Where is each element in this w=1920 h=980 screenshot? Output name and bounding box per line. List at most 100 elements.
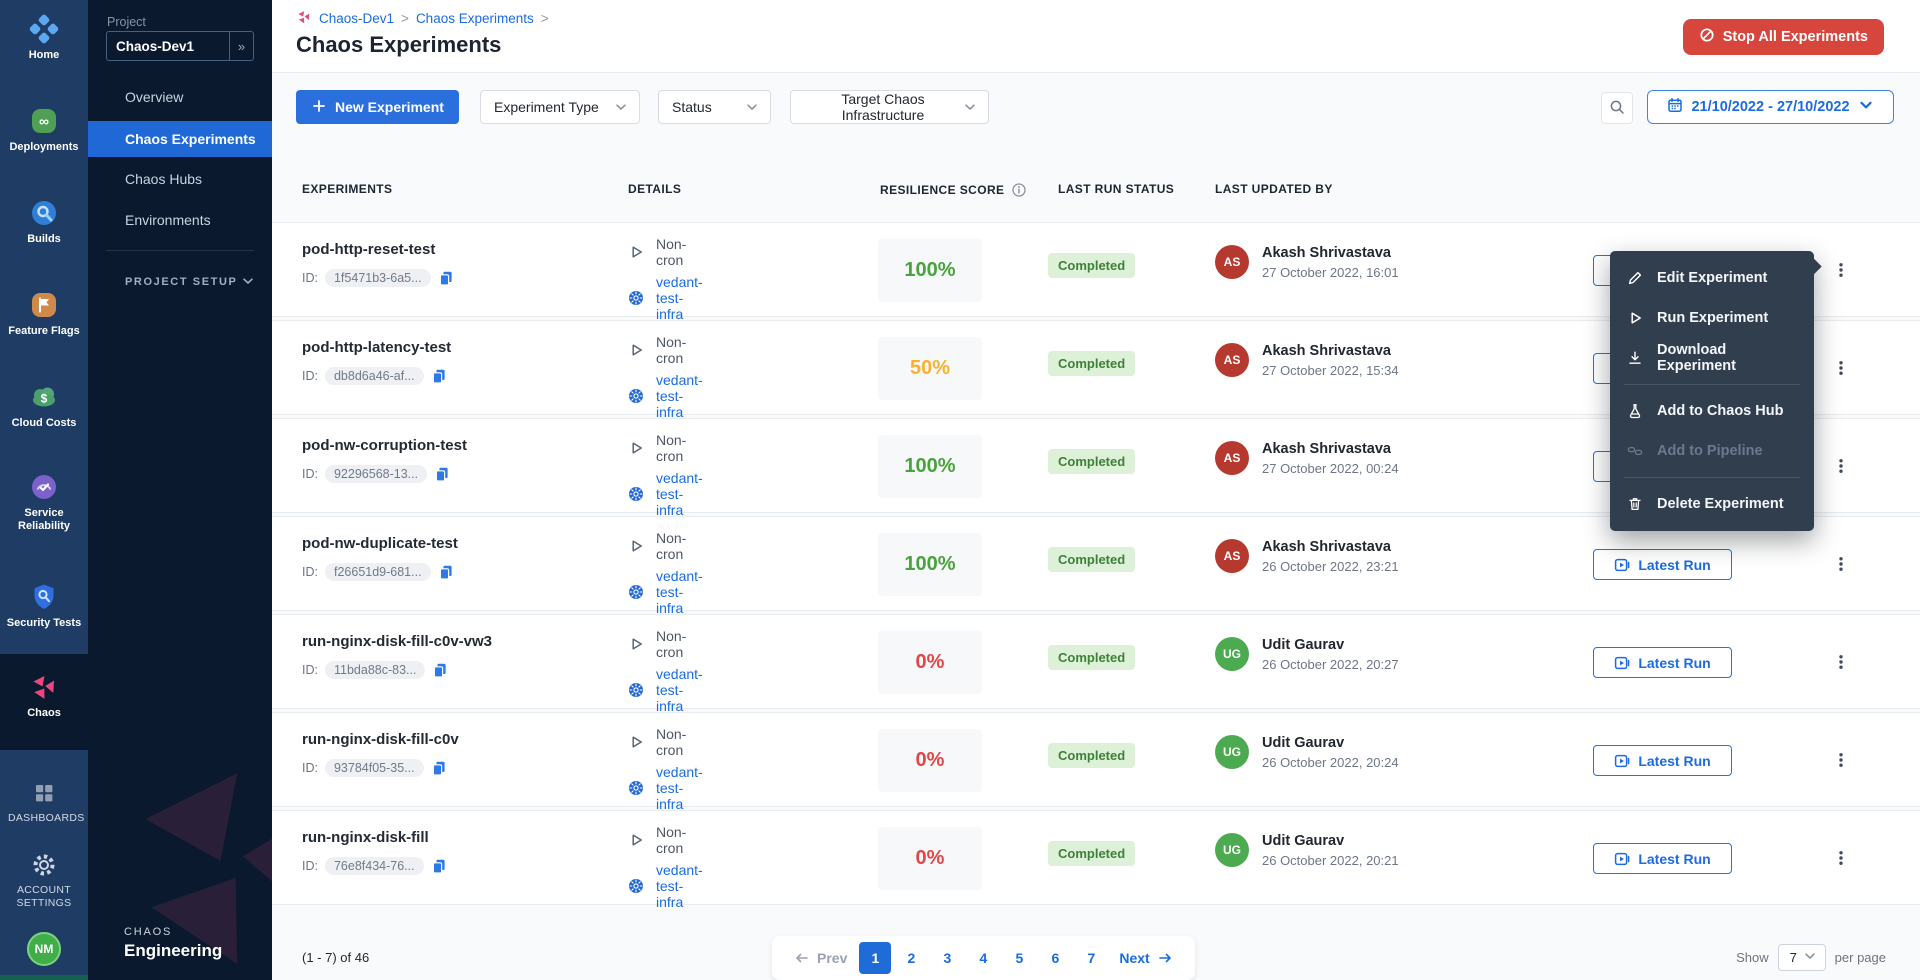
column-header-label: DETAILS [628, 182, 681, 196]
sidebar-item-chaos-hubs[interactable]: Chaos Hubs [88, 162, 272, 196]
filter-status[interactable]: Status [658, 90, 771, 124]
latest-run-button[interactable]: Latest Run [1593, 549, 1732, 580]
filter-target-chaos-infrastructure[interactable]: Target Chaos Infrastructure [790, 90, 989, 124]
sidebar-item-chaos-experiments[interactable]: Chaos Experiments [88, 121, 272, 157]
page-button-6[interactable]: 6 [1039, 942, 1071, 974]
user-avatar[interactable]: NM [27, 932, 61, 966]
row-menu-button[interactable] [1828, 451, 1854, 481]
sidebar-module-feature-flags[interactable]: Feature Flags [0, 290, 88, 338]
sidebar-module-builds[interactable]: Builds [0, 198, 88, 246]
row-menu-button[interactable] [1828, 353, 1854, 383]
table-row: run-nginx-disk-fill-c0v-vw3ID:11bda88c-8… [272, 614, 1920, 709]
page-button-2[interactable]: 2 [895, 942, 927, 974]
expand-sidebar-button[interactable]: » [229, 32, 253, 60]
breadcrumb-project-link[interactable]: Chaos-Dev1 [319, 11, 394, 26]
menu-item-run-experiment[interactable]: Run Experiment [1610, 298, 1814, 338]
row-menu-button[interactable] [1828, 647, 1854, 677]
user-avatar: UG [1215, 637, 1249, 671]
experiment-id: 93784f05-35... [325, 759, 424, 777]
experiment-name[interactable]: pod-nw-corruption-test [302, 437, 602, 454]
menu-item-label: Run Experiment [1657, 310, 1768, 326]
row-menu-button[interactable] [1828, 549, 1854, 579]
module-label: Builds [0, 233, 88, 246]
row-menu-button[interactable] [1828, 255, 1854, 285]
copy-id-icon[interactable] [438, 564, 454, 580]
sidebar-module-home[interactable]: Home [0, 14, 88, 62]
menu-item-edit-experiment[interactable]: Edit Experiment [1610, 258, 1814, 298]
breadcrumb-page-link[interactable]: Chaos Experiments [416, 11, 534, 26]
prev-page-button[interactable]: Prev [786, 942, 855, 974]
schedule-row: Non-cron [628, 432, 686, 464]
kubernetes-infrastructure-icon [628, 780, 644, 796]
user-avatar: UG [1215, 833, 1249, 867]
copy-id-icon[interactable] [432, 662, 448, 678]
page-button-4[interactable]: 4 [967, 942, 999, 974]
menu-item-download-experiment[interactable]: Download Experiment [1610, 338, 1814, 378]
copy-id-icon[interactable] [438, 270, 454, 286]
row-menu-button[interactable] [1828, 843, 1854, 873]
page-button-1[interactable]: 1 [859, 942, 891, 974]
page-size-select[interactable]: 7 [1778, 944, 1826, 971]
project-setup-toggle[interactable]: PROJECT SETUP [125, 268, 256, 296]
sidebar-item-label: Chaos Hubs [125, 171, 202, 187]
experiment-name[interactable]: run-nginx-disk-fill [302, 829, 602, 846]
page-button-7[interactable]: 7 [1075, 942, 1107, 974]
latest-run-button[interactable]: Latest Run [1593, 647, 1732, 678]
resilience-score: 100% [878, 435, 982, 498]
stop-icon [1699, 27, 1715, 47]
page-button-5[interactable]: 5 [1003, 942, 1035, 974]
sidebar-dashboards[interactable]: DASHBOARDS [0, 778, 88, 825]
id-label: ID: [302, 369, 318, 383]
infrastructure-link[interactable]: vedant-test-infra [656, 764, 703, 812]
sidebar-module-service-reliability[interactable]: Service Reliability [0, 472, 88, 533]
project-selector[interactable]: Chaos-Dev1 » [106, 31, 254, 61]
infrastructure-link[interactable]: vedant-test-infra [656, 274, 703, 322]
page-button-3[interactable]: 3 [931, 942, 963, 974]
copy-id-icon[interactable] [431, 760, 447, 776]
sidebar-item-environments[interactable]: Environments [88, 203, 272, 237]
copy-id-icon[interactable] [434, 466, 450, 482]
copy-id-icon[interactable] [431, 368, 447, 384]
search-button[interactable] [1601, 92, 1633, 124]
sidebar-module-cloud-costs[interactable]: $Cloud Costs [0, 382, 88, 430]
id-label: ID: [302, 663, 318, 677]
sidebar-module-chaos[interactable]: Chaos [0, 672, 88, 720]
filter-experiment-type[interactable]: Experiment Type [480, 90, 640, 124]
next-page-button[interactable]: Next [1111, 942, 1180, 974]
latest-run-button[interactable]: Latest Run [1593, 843, 1732, 874]
copy-id-icon[interactable] [431, 858, 447, 874]
non-cron-icon [628, 538, 644, 554]
infrastructure-link[interactable]: vedant-test-infra [656, 372, 703, 420]
infrastructure-link[interactable]: vedant-test-infra [656, 470, 703, 518]
status-badge: Completed [1048, 351, 1135, 376]
stop-all-experiments-button[interactable]: Stop All Experiments [1683, 19, 1884, 55]
latest-run-label: Latest Run [1638, 655, 1710, 671]
column-header-label: LAST RUN STATUS [1058, 182, 1174, 196]
user-avatar: AS [1215, 441, 1249, 475]
menu-item-add-to-pipeline: Add to Pipeline [1610, 431, 1814, 471]
menu-item-delete-experiment[interactable]: Delete Experiment [1610, 484, 1814, 524]
infrastructure-link[interactable]: vedant-test-infra [656, 568, 703, 616]
non-cron-icon [628, 734, 644, 750]
experiment-name[interactable]: pod-http-latency-test [302, 339, 602, 356]
infrastructure-link[interactable]: vedant-test-infra [656, 862, 703, 910]
date-range-picker[interactable]: 21/10/2022 - 27/10/2022 [1647, 90, 1894, 124]
experiment-name[interactable]: pod-http-reset-test [302, 241, 602, 258]
experiment-name[interactable]: pod-nw-duplicate-test [302, 535, 602, 552]
sidebar-module-security-tests[interactable]: Security Tests [0, 582, 88, 630]
menu-item-add-to-chaos-hub[interactable]: Add to Chaos Hub [1610, 391, 1814, 431]
filter-label: Target Chaos Infrastructure [804, 91, 962, 123]
project-sidebar: Project Chaos-Dev1 » OverviewChaos Exper… [88, 0, 272, 980]
experiment-name[interactable]: run-nginx-disk-fill-c0v-vw3 [302, 633, 602, 650]
new-experiment-button[interactable]: New Experiment [296, 90, 459, 124]
infrastructure-link[interactable]: vedant-test-infra [656, 666, 703, 714]
latest-run-button[interactable]: Latest Run [1593, 745, 1732, 776]
pagination-range: (1 - 7) of 46 [302, 950, 369, 965]
row-menu-button[interactable] [1828, 745, 1854, 775]
sidebar-module-deployments[interactable]: ∞Deployments [0, 106, 88, 154]
menu-item-label: Add to Chaos Hub [1657, 403, 1783, 419]
pipeline-icon [1627, 443, 1643, 459]
sidebar-item-overview[interactable]: Overview [88, 80, 272, 114]
experiment-name[interactable]: run-nginx-disk-fill-c0v [302, 731, 602, 748]
sidebar-account-settings[interactable]: ACCOUNT SETTINGS [0, 850, 88, 910]
